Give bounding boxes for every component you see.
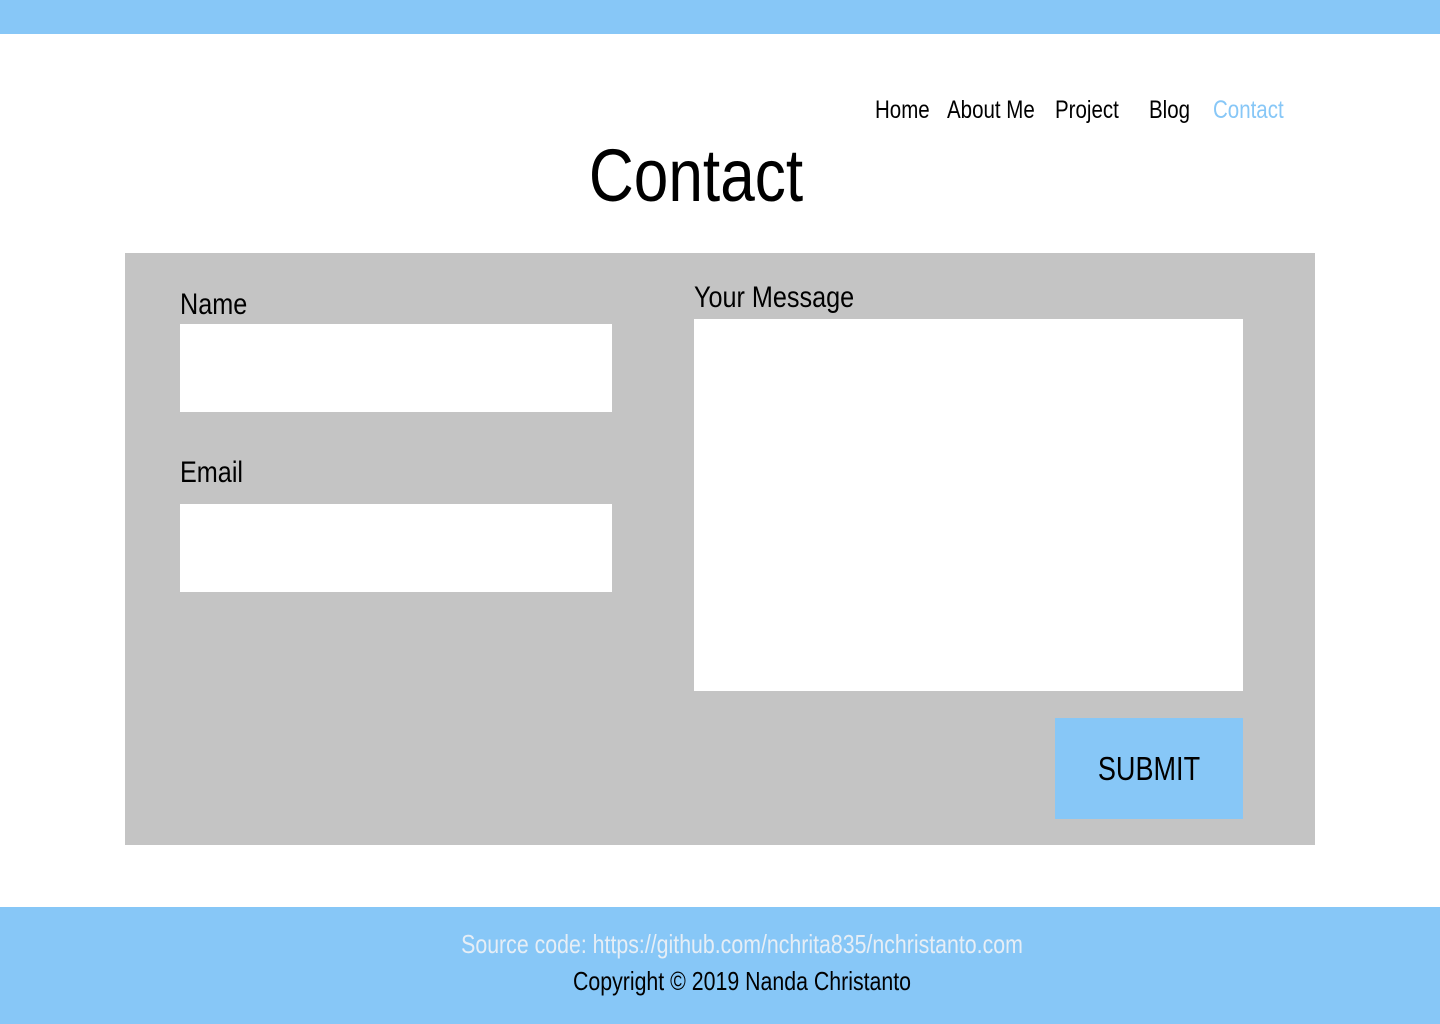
nav-project-link[interactable]: Project <box>1055 92 1119 128</box>
name-field-label: Name <box>180 288 248 321</box>
message-textarea[interactable] <box>694 319 1243 691</box>
submit-button[interactable]: SUBMIT <box>1055 718 1243 819</box>
page-title: Contact <box>588 134 804 217</box>
message-field-label: Your Message <box>694 281 855 314</box>
footer: Source code: https://github.com/nchrita8… <box>0 907 1440 1024</box>
submit-button-label: SUBMIT <box>1097 750 1201 787</box>
nav-about-me-link[interactable]: About Me <box>947 92 1035 128</box>
main-nav: Home About Me Project Blog Contact <box>0 92 1440 132</box>
email-input[interactable] <box>180 504 612 592</box>
nav-home-link[interactable]: Home <box>875 92 930 128</box>
nav-blog-link[interactable]: Blog <box>1149 92 1190 128</box>
email-field-label: Email <box>180 456 244 489</box>
nav-contact-link[interactable]: Contact <box>1213 92 1284 128</box>
contact-form-panel: Name Email Your Message SUBMIT <box>125 253 1315 845</box>
footer-source-link[interactable]: https://github.com/nchrita835/nchristant… <box>593 929 1023 959</box>
top-accent-bar <box>0 0 1440 34</box>
footer-source-prefix: Source code: <box>461 929 593 959</box>
name-input[interactable] <box>180 324 612 412</box>
footer-source-line: Source code: https://github.com/nchrita8… <box>134 927 1351 961</box>
footer-copyright: Copyright © 2019 Nanda Christanto <box>572 966 912 996</box>
